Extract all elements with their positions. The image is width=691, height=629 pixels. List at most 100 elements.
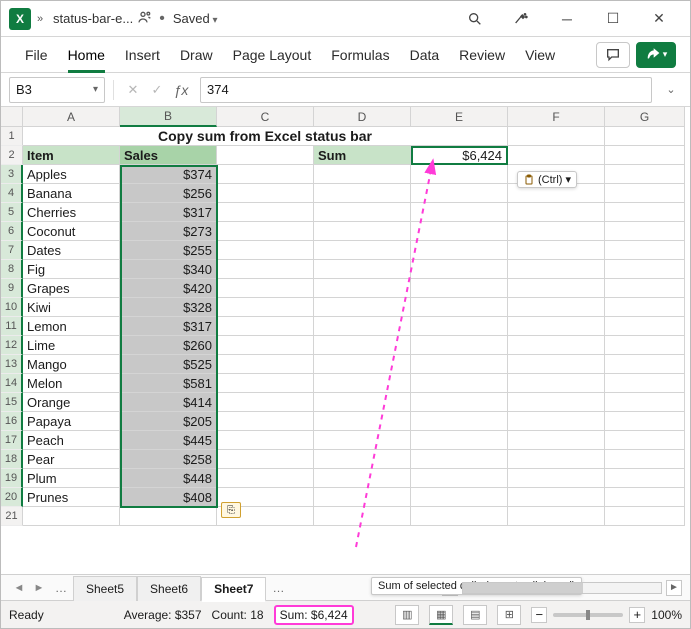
cell-G20[interactable] (605, 488, 685, 507)
cell-F13[interactable] (508, 355, 605, 374)
save-status[interactable]: Saved (173, 11, 218, 26)
close-button[interactable]: ✕ (636, 1, 682, 37)
cell-F20[interactable] (508, 488, 605, 507)
row-header-6[interactable]: 6 (1, 222, 23, 241)
cell-B20[interactable]: $408 (120, 488, 217, 507)
scroll-right-button[interactable]: ► (666, 580, 682, 596)
cell-D7[interactable] (314, 241, 411, 260)
cell-C11[interactable] (217, 317, 314, 336)
cell-B8[interactable]: $340 (120, 260, 217, 279)
col-header-A[interactable]: A (23, 107, 120, 127)
cell-F18[interactable] (508, 450, 605, 469)
row-header-18[interactable]: 18 (1, 450, 23, 469)
cell-D2[interactable]: Sum (314, 146, 411, 165)
row-header-2[interactable]: 2 (1, 146, 23, 165)
cell-E18[interactable] (411, 450, 508, 469)
zoom-out-button[interactable]: − (531, 607, 547, 623)
cell-E11[interactable] (411, 317, 508, 336)
cell-E16[interactable] (411, 412, 508, 431)
tab-review[interactable]: Review (449, 37, 515, 73)
row-header-7[interactable]: 7 (1, 241, 23, 260)
cell-title[interactable]: Copy sum from Excel status bar (23, 127, 508, 146)
tab-home[interactable]: Home (58, 37, 115, 73)
cell-D17[interactable] (314, 431, 411, 450)
cell-F19[interactable] (508, 469, 605, 488)
cell-D14[interactable] (314, 374, 411, 393)
row-headers[interactable]: 123456789101112131415161718192021 (1, 127, 23, 574)
cell-D15[interactable] (314, 393, 411, 412)
row-header-17[interactable]: 17 (1, 431, 23, 450)
presence-icon[interactable] (137, 9, 157, 28)
cell-D20[interactable] (314, 488, 411, 507)
cell-A19[interactable]: Plum (23, 469, 120, 488)
cell-G4[interactable] (605, 184, 685, 203)
cell-C6[interactable] (217, 222, 314, 241)
grid[interactable]: A B C D E F G 12345678910111213141516171… (1, 107, 690, 574)
cell-G15[interactable] (605, 393, 685, 412)
status-bar[interactable]: Ready Average: $357 Count: 18 Sum: $6,42… (1, 600, 690, 628)
cell-F11[interactable] (508, 317, 605, 336)
cell-F9[interactable] (508, 279, 605, 298)
cell-G10[interactable] (605, 298, 685, 317)
cell-A18[interactable]: Pear (23, 450, 120, 469)
learn-button[interactable] (498, 1, 544, 37)
col-header-F[interactable]: F (508, 107, 605, 127)
row-header-15[interactable]: 15 (1, 393, 23, 412)
tab-draw[interactable]: Draw (170, 37, 223, 73)
autofill-smarttag[interactable]: ⎘ (221, 502, 241, 518)
cell-G18[interactable] (605, 450, 685, 469)
cell-E3[interactable] (411, 165, 508, 184)
cell-B4[interactable]: $256 (120, 184, 217, 203)
cell-E13[interactable] (411, 355, 508, 374)
row-header-14[interactable]: 14 (1, 374, 23, 393)
col-header-D[interactable]: D (314, 107, 411, 127)
cell-F10[interactable] (508, 298, 605, 317)
cell-E4[interactable] (411, 184, 508, 203)
cell-C13[interactable] (217, 355, 314, 374)
cell-D8[interactable] (314, 260, 411, 279)
normal-view-button[interactable]: ▦ (429, 605, 453, 625)
cell-F17[interactable] (508, 431, 605, 450)
cell-G7[interactable] (605, 241, 685, 260)
row-header-9[interactable]: 9 (1, 279, 23, 298)
cell-B11[interactable]: $317 (120, 317, 217, 336)
row-header-12[interactable]: 12 (1, 336, 23, 355)
cell-B3[interactable]: $374 (120, 165, 217, 184)
insert-function-button[interactable]: ƒx (170, 79, 192, 101)
cell-C2[interactable] (217, 146, 314, 165)
row-header-13[interactable]: 13 (1, 355, 23, 374)
display-settings-button[interactable]: ▥ (395, 605, 419, 625)
cell-F6[interactable] (508, 222, 605, 241)
cell-B15[interactable]: $414 (120, 393, 217, 412)
cell-A16[interactable]: Papaya (23, 412, 120, 431)
cell-E21[interactable] (411, 507, 508, 526)
cell-D11[interactable] (314, 317, 411, 336)
cell-G8[interactable] (605, 260, 685, 279)
row-header-20[interactable]: 20 (1, 488, 23, 507)
cell-A14[interactable]: Melon (23, 374, 120, 393)
zoom-level[interactable]: 100% (651, 608, 682, 622)
cell-E5[interactable] (411, 203, 508, 222)
cell-A6[interactable]: Coconut (23, 222, 120, 241)
tab-view[interactable]: View (515, 37, 565, 73)
cell-D3[interactable] (314, 165, 411, 184)
cell-A12[interactable]: Lime (23, 336, 120, 355)
cell-B7[interactable]: $255 (120, 241, 217, 260)
cell-F8[interactable] (508, 260, 605, 279)
cell-F5[interactable] (508, 203, 605, 222)
cell-E14[interactable] (411, 374, 508, 393)
cell-F12[interactable] (508, 336, 605, 355)
cell-B16[interactable]: $205 (120, 412, 217, 431)
cell-C12[interactable] (217, 336, 314, 355)
row-header-8[interactable]: 8 (1, 260, 23, 279)
scroll-thumb[interactable] (463, 583, 583, 593)
row-header-10[interactable]: 10 (1, 298, 23, 317)
cell-B10[interactable]: $328 (120, 298, 217, 317)
cell-G19[interactable] (605, 469, 685, 488)
cell-A9[interactable]: Grapes (23, 279, 120, 298)
cell-C5[interactable] (217, 203, 314, 222)
sheet-nav-prev[interactable]: ◄ (9, 582, 29, 594)
cell-C17[interactable] (217, 431, 314, 450)
cell-F1[interactable] (508, 127, 605, 146)
cell-A21[interactable] (23, 507, 120, 526)
